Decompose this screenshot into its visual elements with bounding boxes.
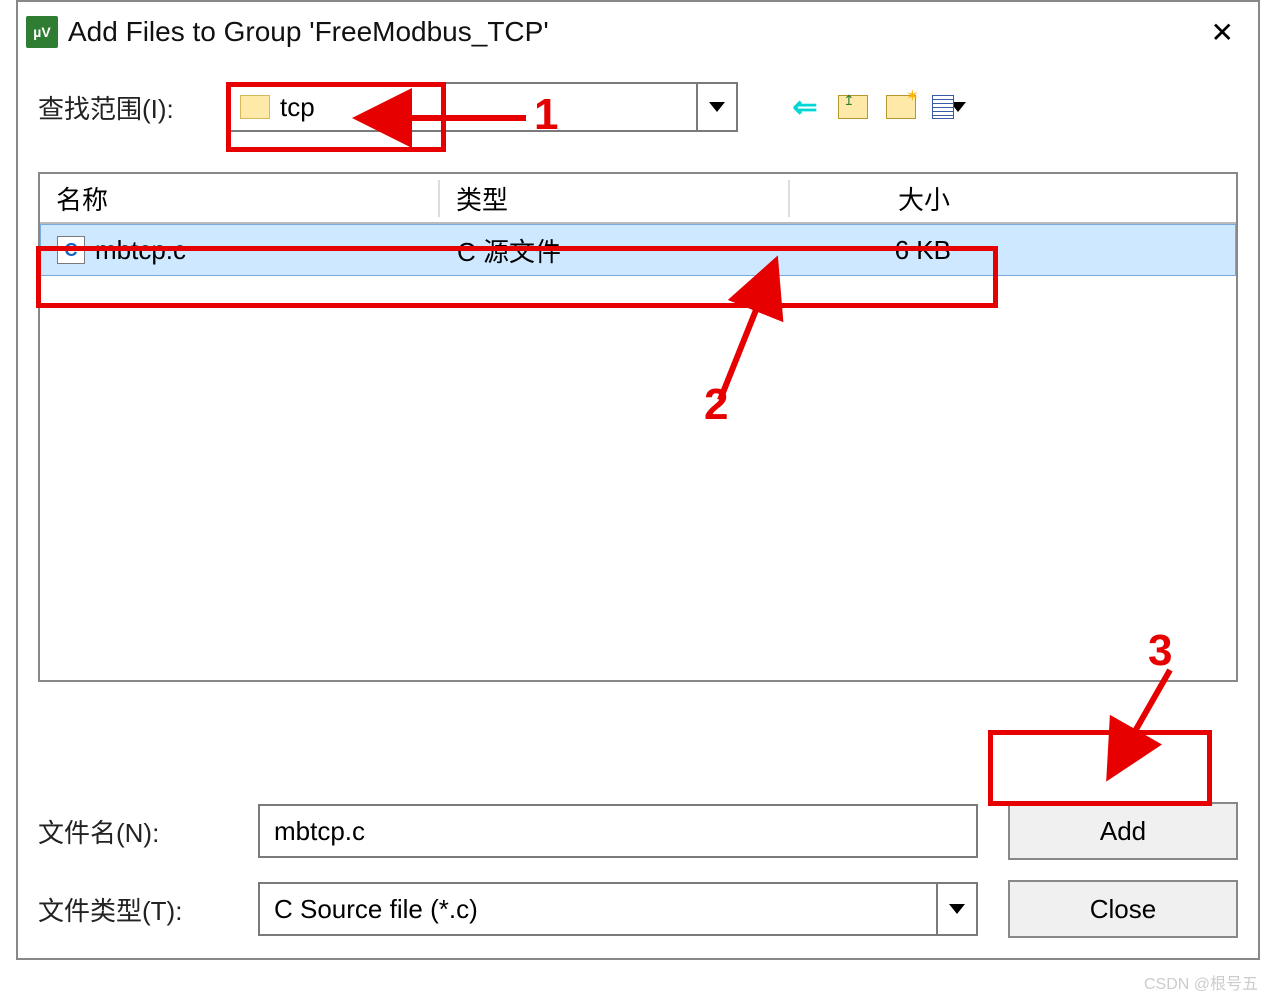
filename-label: 文件名(N): <box>38 813 228 850</box>
file-row[interactable]: C mbtcp.c C 源文件 6 KB <box>40 224 1236 276</box>
file-type: C 源文件 <box>441 232 791 269</box>
filetype-combo[interactable]: C Source file (*.c) <box>258 882 978 936</box>
close-icon[interactable]: ✕ <box>1203 12 1242 53</box>
column-size-header[interactable]: 大小 <box>790 180 970 217</box>
bottom-panel: 文件名(N): Add 文件类型(T): C Source file (*.c)… <box>18 782 1258 958</box>
back-icon[interactable]: ⇐ <box>788 92 822 122</box>
lookin-value: tcp <box>280 92 696 123</box>
add-files-dialog: µV Add Files to Group 'FreeModbus_TCP' ✕… <box>16 0 1260 960</box>
filetype-value: C Source file (*.c) <box>260 894 936 925</box>
filetype-dropdown-button[interactable] <box>936 884 976 934</box>
lookin-combo[interactable]: tcp <box>228 82 738 132</box>
c-file-icon: C <box>57 236 85 264</box>
column-type-header[interactable]: 类型 <box>440 180 790 217</box>
app-icon: µV <box>26 16 58 48</box>
file-list-header: 名称 类型 大小 <box>40 174 1236 224</box>
chevron-down-icon <box>949 904 965 914</box>
titlebar: µV Add Files to Group 'FreeModbus_TCP' ✕ <box>18 2 1258 62</box>
file-size: 6 KB <box>791 235 971 266</box>
lookin-row: 查找范围(I): tcp ⇐ <box>18 62 1258 142</box>
up-one-level-icon[interactable] <box>836 92 870 122</box>
lookin-label: 查找范围(I): <box>38 89 208 126</box>
filename-input[interactable] <box>258 804 978 858</box>
watermark: CSDN @根号五 <box>1144 970 1258 994</box>
nav-icons: ⇐ <box>788 92 966 122</box>
new-folder-icon[interactable] <box>884 92 918 122</box>
filetype-label: 文件类型(T): <box>38 891 228 928</box>
column-name-header[interactable]: 名称 <box>40 180 440 217</box>
lookin-dropdown-button[interactable] <box>696 84 736 130</box>
dialog-title: Add Files to Group 'FreeModbus_TCP' <box>68 16 1203 48</box>
add-button[interactable]: Add <box>1008 802 1238 860</box>
view-menu-icon[interactable] <box>932 92 966 122</box>
chevron-down-icon <box>709 102 725 112</box>
file-list: 名称 类型 大小 C mbtcp.c C 源文件 6 KB <box>38 172 1238 682</box>
folder-icon <box>240 95 270 119</box>
file-name: mbtcp.c <box>95 235 186 266</box>
close-button[interactable]: Close <box>1008 880 1238 938</box>
